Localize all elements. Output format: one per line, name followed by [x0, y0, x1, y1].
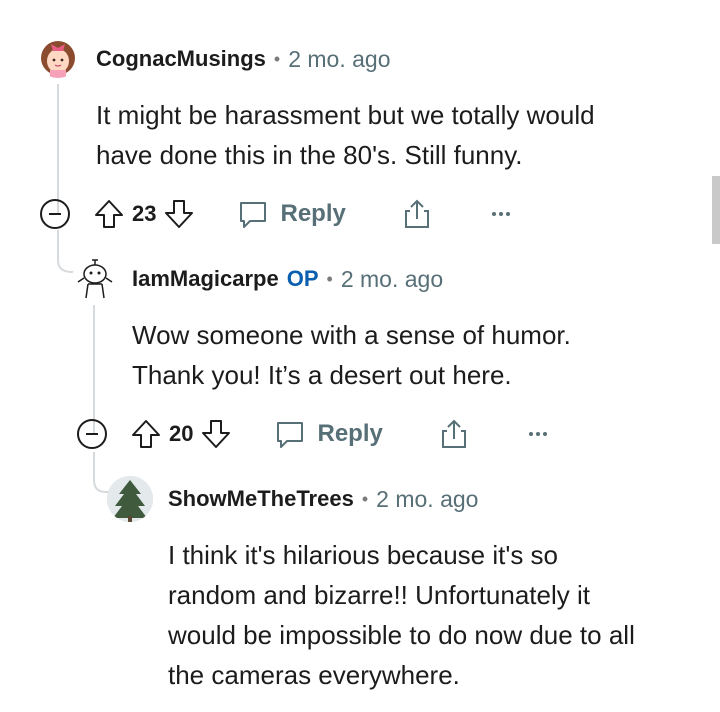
upvote-icon[interactable]: [92, 197, 126, 231]
op-badge: OP: [286, 266, 319, 291]
avatar[interactable]: [107, 476, 153, 522]
scrollbar[interactable]: [712, 176, 720, 244]
reply-button[interactable]: Reply: [273, 417, 383, 451]
comment-age: 2 mo. ago: [376, 485, 479, 512]
vote-count: 23: [132, 201, 157, 226]
comment-text-line: Thank you! It’s a desert out here.: [132, 360, 512, 390]
separator: •: [361, 488, 369, 509]
comment-meta: ShowMeTheTrees • 2 mo. ago: [168, 484, 478, 514]
author-name[interactable]: CognacMusings: [96, 46, 266, 72]
comment-text-line: random and bizarre!! Unfortunately it: [168, 580, 590, 610]
downvote-icon[interactable]: [162, 197, 196, 231]
author-name[interactable]: ShowMeTheTrees: [168, 486, 354, 512]
reply-button[interactable]: Reply: [236, 197, 346, 231]
comment-meta: IamMagicarpe OP • 2 mo. ago: [132, 264, 443, 294]
vote-count: 20: [169, 421, 194, 446]
comment-body: It might be harassment but we totally wo…: [96, 95, 595, 175]
share-icon[interactable]: [437, 417, 471, 451]
comment-text-line: have done this in the 80's. Still funny.: [96, 140, 523, 170]
comment-text-line: the cameras everywhere.: [168, 660, 460, 690]
reply-label: Reply: [280, 200, 346, 227]
comment-meta: CognacMusings • 2 mo. ago: [96, 44, 391, 74]
author-name[interactable]: IamMagicarpe: [132, 266, 279, 292]
reply-label: Reply: [317, 420, 383, 447]
comment-actions: 20 Reply: [75, 414, 555, 454]
upvote-icon[interactable]: [129, 417, 163, 451]
separator: •: [273, 48, 281, 69]
share-icon[interactable]: [400, 197, 434, 231]
comment-text-line: It might be harassment but we totally wo…: [96, 100, 595, 130]
more-options-icon[interactable]: [521, 417, 555, 451]
downvote-icon[interactable]: [199, 417, 233, 451]
collapse-icon[interactable]: [38, 197, 72, 231]
comment-text-line: I think it's hilarious because it's so: [168, 540, 558, 570]
avatar[interactable]: [72, 256, 118, 302]
comment-body: I think it's hilarious because it's so r…: [168, 535, 635, 695]
comment-text-line: Wow someone with a sense of humor.: [132, 320, 571, 350]
collapse-icon[interactable]: [75, 417, 109, 451]
avatar[interactable]: [36, 34, 80, 78]
reply-icon: [277, 422, 304, 448]
comment-age: 2 mo. ago: [288, 45, 391, 72]
comment-age: 2 mo. ago: [340, 265, 444, 292]
comment-text-line: would be impossible to do now due to all: [168, 620, 635, 650]
separator: •: [326, 268, 333, 289]
reply-icon: [240, 202, 267, 228]
comment-body: Wow someone with a sense of humor. Thank…: [132, 315, 571, 395]
more-options-icon[interactable]: [484, 197, 518, 231]
comment-actions: 23 Reply: [38, 194, 518, 234]
